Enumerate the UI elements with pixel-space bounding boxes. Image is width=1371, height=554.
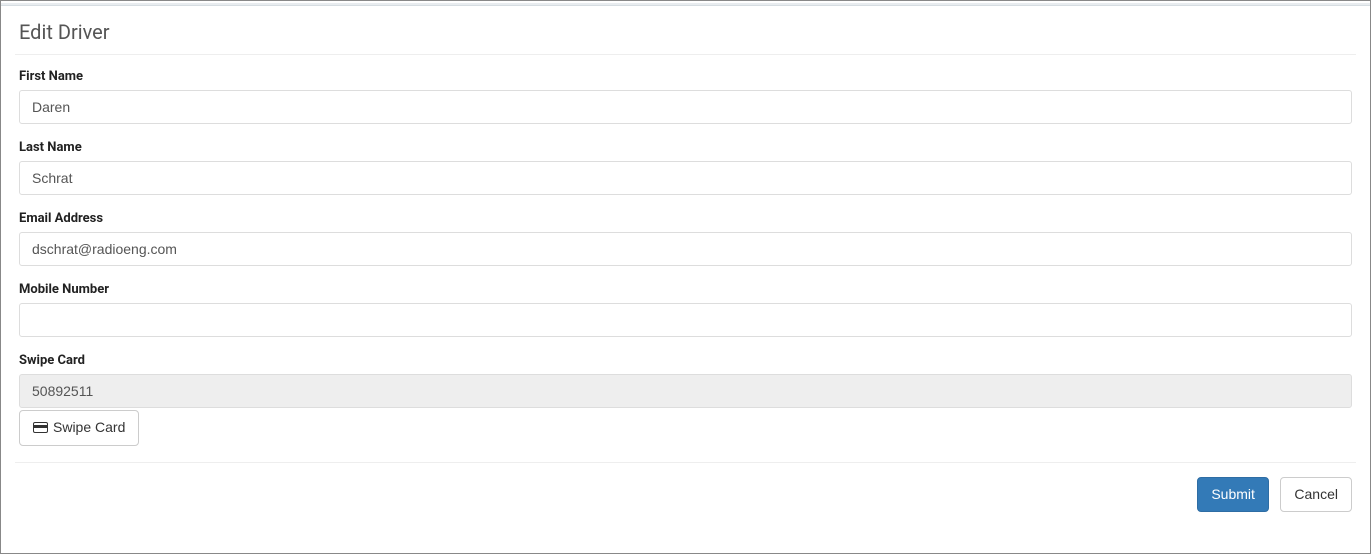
mobile-group: Mobile Number xyxy=(19,282,1352,337)
cancel-button[interactable]: Cancel xyxy=(1280,477,1352,513)
email-label: Email Address xyxy=(19,211,1352,226)
swipe-card-button[interactable]: Swipe Card xyxy=(19,410,139,446)
page-title: Edit Driver xyxy=(19,20,1352,44)
email-group: Email Address xyxy=(19,211,1352,266)
email-input[interactable] xyxy=(19,232,1352,266)
last-name-group: Last Name xyxy=(19,140,1352,195)
mobile-label: Mobile Number xyxy=(19,282,1352,297)
swipe-card-button-label: Swipe Card xyxy=(53,418,125,438)
panel-footer: Submit Cancel xyxy=(15,462,1356,527)
first-name-group: First Name xyxy=(19,69,1352,124)
mobile-input[interactable] xyxy=(19,303,1352,337)
edit-driver-panel: Edit Driver First Name Last Name Email A… xyxy=(1,6,1370,526)
last-name-input[interactable] xyxy=(19,161,1352,195)
swipe-card-label: Swipe Card xyxy=(19,353,1352,368)
swipe-card-input[interactable] xyxy=(19,374,1352,408)
app-window: Edit Driver First Name Last Name Email A… xyxy=(0,0,1371,554)
swipe-card-group: Swipe Card Swipe Card xyxy=(19,353,1352,446)
panel-heading: Edit Driver xyxy=(15,6,1356,55)
panel-body: First Name Last Name Email Address Mobil… xyxy=(15,55,1356,446)
submit-button[interactable]: Submit xyxy=(1197,477,1269,513)
credit-card-icon xyxy=(33,422,48,433)
first-name-input[interactable] xyxy=(19,90,1352,124)
first-name-label: First Name xyxy=(19,69,1352,84)
last-name-label: Last Name xyxy=(19,140,1352,155)
